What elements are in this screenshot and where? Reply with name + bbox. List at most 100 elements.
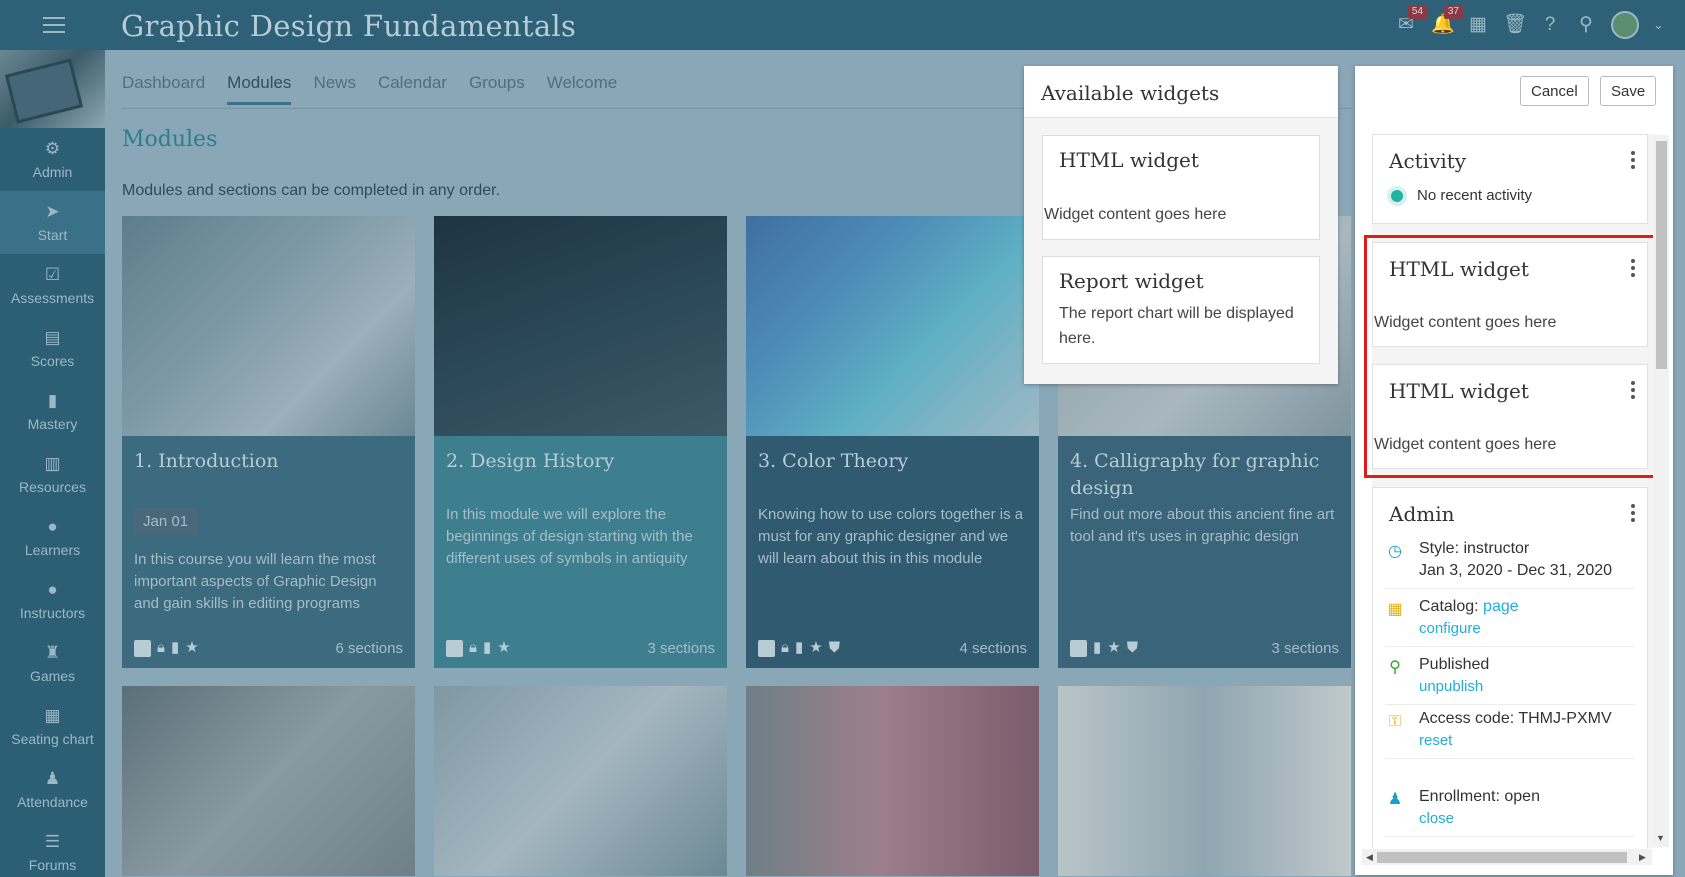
module-card[interactable]: 1. Introduction Jan 01 In this course yo… [122, 216, 415, 668]
shield-icon: ⛊ [1126, 639, 1138, 656]
sections-count: 3 sections [1271, 639, 1339, 657]
sidebar-item-mastery[interactable]: ▮ Mastery [0, 380, 105, 443]
widget-option-html[interactable]: HTML widget Widget content goes here [1042, 135, 1320, 240]
module-title[interactable]: 1. Introduction [134, 448, 405, 475]
widget-title: HTML widget [1059, 148, 1199, 172]
gradebook-icon: ▤ [44, 327, 61, 347]
activity-widget[interactable]: Activity No recent activity [1372, 134, 1648, 224]
tab-modules[interactable]: Modules [227, 73, 292, 105]
scroll-down-icon[interactable]: ▼ [1656, 833, 1665, 843]
star-icon: ★ [185, 639, 199, 656]
admin-widget[interactable]: Admin ◷ Style: instructor Jan 3, 2020 - … [1372, 487, 1648, 848]
navigation-arrow-icon: ➤ [45, 201, 60, 221]
sidebar: ⚙ Admin ➤ Start ☑ Assessments ▤ Scores ▮ Mast… [0, 50, 105, 877]
bar-chart-icon: ▮ [1093, 639, 1102, 656]
trash-icon[interactable]: 🗑 [1503, 14, 1527, 36]
tab-dashboard[interactable]: Dashboard [122, 73, 205, 105]
menu-icon[interactable] [43, 17, 65, 33]
scroll-left-icon[interactable]: ◀ [1366, 851, 1373, 863]
library-icon: ▥ [44, 453, 61, 473]
calendar-icon[interactable]: ▦ [1467, 14, 1489, 36]
module-image[interactable] [434, 686, 727, 876]
sections-count: 6 sections [335, 639, 403, 657]
seating-icon: ▦ [44, 705, 61, 725]
html-widgets-highlight [1364, 235, 1658, 478]
module-image[interactable] [1058, 686, 1351, 876]
more-options-icon[interactable] [1631, 504, 1635, 522]
module-title[interactable]: 4. Calligraphy for graphic design [1070, 448, 1341, 502]
sidebar-item-instructors[interactable]: ● Instructors [0, 569, 105, 632]
scroll-right-icon[interactable]: ▶ [1639, 851, 1646, 863]
module-footer: 🔒︎ ▮ ★ 3 sections [446, 638, 715, 658]
module-image [434, 216, 727, 436]
tab-news[interactable]: News [313, 73, 356, 105]
search-icon: ⚲ [1389, 659, 1401, 676]
notifications-icon[interactable]: 🔔 37 [1431, 5, 1463, 36]
lock-icon: 🔒︎ [781, 639, 789, 656]
available-widgets-panel: Available widgets HTML widget Widget con… [1024, 66, 1338, 384]
widget-text: The report chart will be displayed here. [1059, 305, 1294, 347]
search-icon[interactable]: ⚲ [1575, 14, 1597, 36]
help-icon[interactable]: ? [1539, 14, 1561, 36]
horizontal-scrollbar[interactable]: ◀ ▶ [1362, 849, 1652, 865]
avatar[interactable] [1611, 11, 1639, 39]
module-description: In this course you will learn the most i… [134, 551, 377, 612]
vertical-scroll-thumb[interactable] [1656, 141, 1667, 369]
module-footer: 🔒︎ ▮ ★ 6 sections [134, 638, 403, 658]
instructor-icon: ● [47, 579, 58, 599]
chevron-down-icon[interactable]: ⌄ [1653, 18, 1665, 31]
sidebar-item-forums[interactable]: ☰ Forums [0, 821, 105, 877]
shield-icon: ⛊ [828, 639, 840, 656]
module-image[interactable] [746, 686, 1039, 876]
tab-groups[interactable]: Groups [469, 73, 525, 105]
checkbox-icon [446, 639, 463, 657]
group-icon: ♟ [44, 768, 61, 788]
module-card[interactable]: 2. Design History In this module we will… [434, 216, 727, 668]
module-title[interactable]: 3. Color Theory [758, 448, 1029, 475]
module-card[interactable]: 3. Color Theory Knowing how to use color… [746, 216, 1039, 668]
sidebar-item-scores[interactable]: ▤ Scores [0, 317, 105, 380]
widget-option-report[interactable]: Report widget The report chart will be d… [1042, 256, 1320, 364]
sections-count: 3 sections [647, 639, 715, 657]
admin-published-row: ⚲ Published unpublish [1385, 654, 1635, 705]
module-body: 1. Introduction Jan 01 In this course yo… [122, 436, 415, 668]
page-title: Modules [122, 127, 218, 152]
page-description: Modules and sections can be completed in… [122, 182, 501, 199]
sidebar-item-admin[interactable]: ⚙ Admin [0, 128, 105, 191]
catalog-page-link[interactable]: page [1483, 598, 1519, 615]
module-image[interactable] [122, 686, 415, 876]
reset-link[interactable]: reset [1419, 730, 1619, 752]
admin-catalog-label: Catalog: [1419, 598, 1479, 615]
module-body: 2. Design History In this module we will… [434, 436, 727, 668]
save-button[interactable]: Save [1600, 76, 1657, 106]
tab-welcome[interactable]: Welcome [547, 73, 618, 105]
messages-icon[interactable]: ✉ 54 [1395, 5, 1427, 36]
sidebar-item-assessments[interactable]: ☑ Assessments [0, 254, 105, 317]
sidebar-item-resources[interactable]: ▥ Resources [0, 443, 105, 506]
lock-icon: 🔒︎ [157, 639, 165, 656]
close-enrollment-link[interactable]: close [1419, 808, 1540, 830]
module-footer: ▮ ★ ⛊ 3 sections [1070, 638, 1339, 658]
checkbox-icon: ☑ [44, 264, 61, 284]
sidebar-item-start[interactable]: ➤ Start [0, 191, 105, 254]
tab-calendar[interactable]: Calendar [378, 73, 447, 105]
star-icon: ★ [1107, 639, 1121, 656]
sidebar-item-games[interactable]: ♜ Games [0, 632, 105, 695]
sidebar-item-learners[interactable]: ● Learners [0, 506, 105, 569]
more-options-icon[interactable] [1631, 151, 1635, 169]
horizontal-scroll-thumb[interactable] [1377, 852, 1627, 863]
module-description: In this module we will explore the begin… [446, 506, 693, 567]
cancel-button[interactable]: Cancel [1520, 76, 1589, 106]
catalog-configure-link[interactable]: configure [1419, 618, 1519, 640]
module-image [122, 216, 415, 436]
gear-icon: ⚙ [44, 138, 61, 158]
sidebar-item-seating-chart[interactable]: ▦ Seating chart [0, 695, 105, 758]
vertical-scrollbar[interactable]: ▼ [1653, 135, 1669, 847]
bar-chart-icon: ▮ [47, 390, 58, 410]
activity-status: No recent activity [1389, 187, 1532, 204]
widget-title: Activity [1389, 149, 1467, 173]
module-title[interactable]: 2. Design History [446, 448, 717, 475]
checkbox-icon [758, 639, 775, 657]
unpublish-link[interactable]: unpublish [1419, 676, 1489, 698]
sidebar-item-attendance[interactable]: ♟ Attendance [0, 758, 105, 821]
